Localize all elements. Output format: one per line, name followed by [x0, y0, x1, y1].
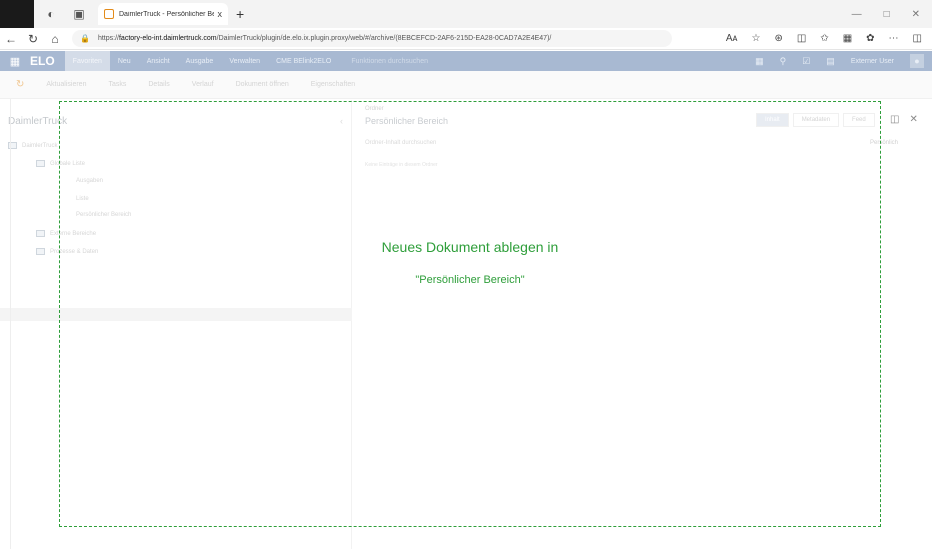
- read-aloud-icon[interactable]: Aᴀ: [726, 33, 738, 44]
- home-icon[interactable]: ⌂: [44, 32, 66, 46]
- calendar-icon[interactable]: ▦: [755, 56, 764, 67]
- copilot-icon[interactable]: ✿: [866, 33, 874, 44]
- browser-tab-active[interactable]: DaimlerTruck - Persönlicher Berei x: [98, 3, 228, 25]
- browser-toolbar: Aᴀ ☆ ⊛ ◫ ✩ ▦ ✿ ⋯ ◫: [726, 33, 932, 44]
- collections-icon[interactable]: ▦: [843, 33, 852, 44]
- refresh-icon[interactable]: ↻: [16, 79, 24, 90]
- url-path: /DaimlerTruck/plugin/de.elo.ix.plugin.pr…: [216, 35, 552, 42]
- more-icon[interactable]: ⋯: [889, 33, 899, 44]
- ribbon-toolbar: ↻ Aktualisieren Tasks Details Verlauf Do…: [0, 71, 932, 99]
- close-window-icon[interactable]: ✕: [912, 9, 920, 20]
- drop-zone-target-folder: "Persönlicher Bereich": [415, 274, 525, 286]
- back-icon[interactable]: ←: [0, 32, 22, 46]
- new-tab-button[interactable]: +: [236, 6, 244, 22]
- window-controls: — □ ✕: [852, 9, 932, 20]
- menu-verwalten[interactable]: Verwalten: [221, 51, 268, 71]
- elo-favicon-icon: [104, 9, 114, 19]
- menu-ausgabe[interactable]: Ausgabe: [178, 51, 222, 71]
- maximize-panel-icon[interactable]: ◫: [890, 114, 899, 125]
- ribbon-details[interactable]: Details: [148, 81, 169, 88]
- document-drop-zone[interactable]: Neues Dokument ablegen in "Persönlicher …: [59, 101, 881, 527]
- extension-icon[interactable]: ⊛: [774, 33, 782, 44]
- panel-divider: [10, 99, 11, 549]
- ribbon-aktualisieren[interactable]: Aktualisieren: [46, 81, 86, 88]
- tab-title: DaimlerTruck - Persönlicher Berei: [119, 10, 214, 18]
- ribbon-dokument-oeffnen[interactable]: Dokument öffnen: [236, 81, 289, 88]
- search-icon[interactable]: ⚲: [780, 56, 787, 67]
- user-menu[interactable]: Externer User: [851, 58, 894, 65]
- minimize-icon[interactable]: —: [852, 9, 862, 20]
- tasks-check-icon[interactable]: ☑: [802, 56, 810, 67]
- folder-icon: [36, 248, 45, 255]
- browser-address-bar: ← ↻ ⌂ 🔒 https:// factory-elo-int.daimler…: [0, 28, 932, 50]
- ribbon-eigenschaften[interactable]: Eigenschaften: [311, 81, 355, 88]
- favorite-star-icon[interactable]: ☆: [752, 33, 761, 44]
- ribbon-verlauf[interactable]: Verlauf: [192, 81, 214, 88]
- elo-logo: ELO: [30, 54, 55, 68]
- avatar-icon[interactable]: ●: [910, 54, 924, 68]
- taskbar-edge: [0, 0, 34, 28]
- tab-close-icon[interactable]: x: [218, 9, 223, 19]
- sidebar-toggle-icon[interactable]: ◫: [913, 33, 922, 44]
- main-menu: Favoriten Neu Ansicht Ausgabe Verwalten …: [64, 51, 340, 71]
- url-prefix: https://: [97, 35, 119, 42]
- reload-icon[interactable]: ↻: [22, 32, 44, 46]
- restore-icon[interactable]: □: [884, 9, 890, 20]
- elo-app-header: ▦ ELO Favoriten Neu Ansicht Ausgabe Verw…: [0, 51, 932, 71]
- close-panel-icon[interactable]: ✕: [909, 114, 917, 125]
- menu-cme-belink[interactable]: CME BElink2ELO: [268, 51, 339, 71]
- favorites-icon[interactable]: ✩: [820, 33, 828, 44]
- menu-ansicht[interactable]: Ansicht: [139, 51, 178, 71]
- tree-item-root[interactable]: DaimlerTruck: [8, 142, 57, 149]
- split-screen-icon[interactable]: ◫: [797, 33, 806, 44]
- url-host: factory-elo-int.daimlertruck.com: [118, 35, 217, 42]
- clipboard-icon[interactable]: ▤: [826, 56, 835, 67]
- menu-favoriten[interactable]: Favoriten: [64, 51, 110, 71]
- menu-neu[interactable]: Neu: [110, 51, 139, 71]
- ribbon-tasks[interactable]: Tasks: [108, 81, 126, 88]
- app-header-tools: ▦ ⚲ ☑ ▤ Externer User ●: [755, 54, 932, 68]
- drop-zone-title: Neues Dokument ablegen in: [381, 239, 559, 255]
- url-field[interactable]: 🔒 https:// factory-elo-int.daimlertruck.…: [72, 30, 672, 47]
- folder-icon: [36, 230, 45, 237]
- panel-controls: ◫ ✕: [890, 114, 918, 125]
- tab-actions-icon[interactable]: ▣: [68, 3, 90, 25]
- function-search-input[interactable]: Funktionen durchsuchen: [351, 58, 428, 65]
- app-grid-icon[interactable]: ▦: [0, 55, 30, 68]
- folder-icon: [36, 160, 45, 167]
- lock-icon: 🔒: [80, 34, 90, 43]
- workspaces-icon[interactable]: ◐: [40, 3, 62, 25]
- browser-tab-bar: ◐ ▣ DaimlerTruck - Persönlicher Berei x …: [0, 0, 932, 28]
